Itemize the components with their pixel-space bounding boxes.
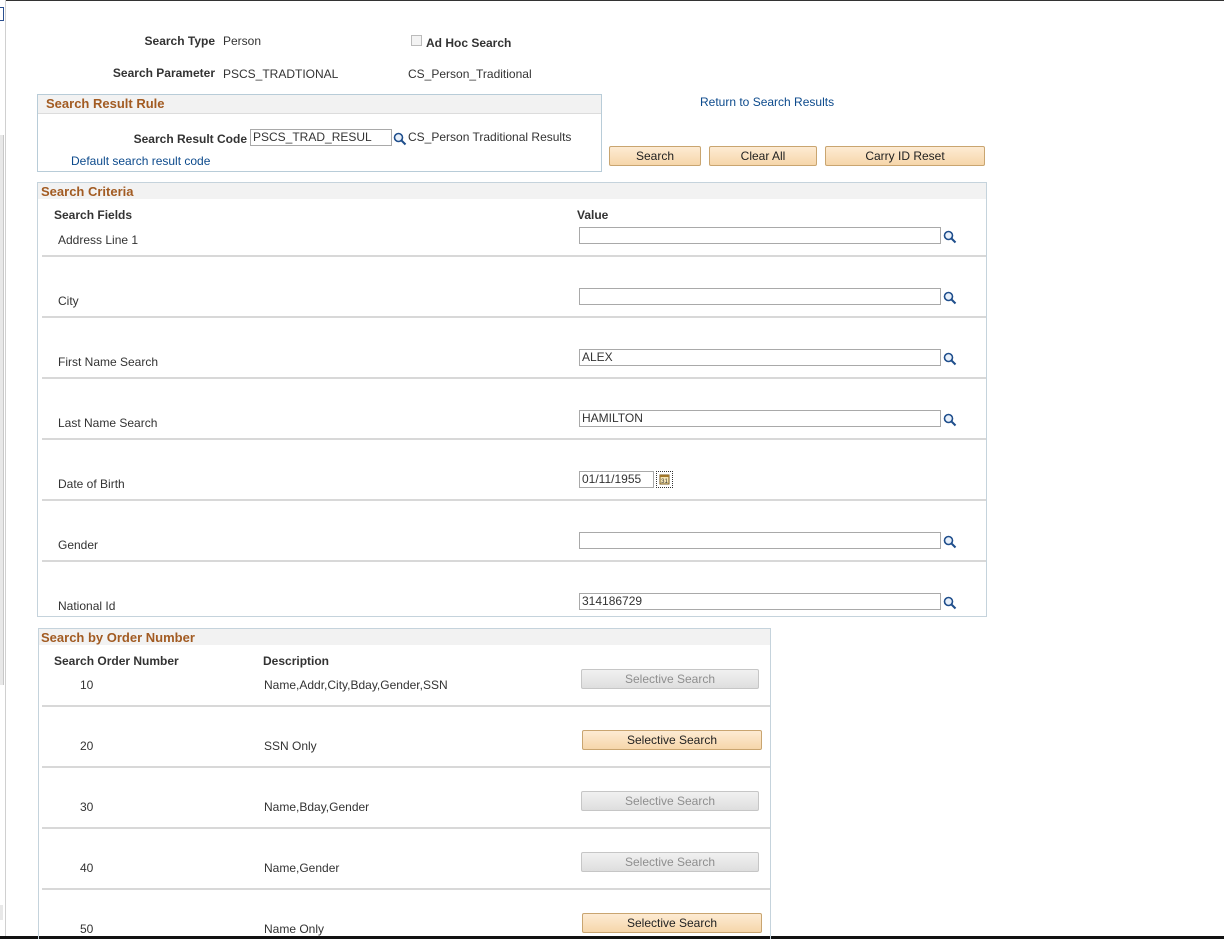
search-result-code-input[interactable]: PSCS_TRAD_RESUL xyxy=(250,129,392,146)
svg-text:31: 31 xyxy=(661,479,668,485)
search-criteria-title: Search Criteria xyxy=(41,184,134,199)
search-result-code-desc: CS_Person Traditional Results xyxy=(408,130,572,144)
search-parameter-desc: CS_Person_Traditional xyxy=(408,67,532,81)
criteria-label-date-of-birth: Date of Birth xyxy=(58,477,125,491)
criteria-label-city: City xyxy=(58,294,79,308)
row-divider xyxy=(42,438,986,440)
description-column-header: Description xyxy=(263,654,330,668)
carry-id-reset-button[interactable]: Carry ID Reset xyxy=(825,146,985,166)
row-divider xyxy=(42,255,986,257)
row-divider xyxy=(42,560,986,562)
row-divider xyxy=(42,377,986,379)
magnifier-icon[interactable] xyxy=(943,230,957,244)
gender-input[interactable] xyxy=(579,532,941,549)
selective-search-button: Selective Search xyxy=(581,669,759,689)
search-fields-column-header: Search Fields xyxy=(54,208,133,222)
last-name-input[interactable]: HAMILTON xyxy=(579,410,941,427)
search-order-number-column-header: Search Order Number xyxy=(54,654,179,668)
city-input[interactable] xyxy=(579,288,941,305)
default-search-result-code-link[interactable]: Default search result code xyxy=(71,154,210,168)
search-by-order-title: Search by Order Number xyxy=(41,630,195,645)
search-result-rule-title: Search Result Rule xyxy=(46,96,165,111)
order-number: 50 xyxy=(80,922,94,936)
return-to-search-results-link[interactable]: Return to Search Results xyxy=(700,95,834,109)
selective-search-button[interactable]: Selective Search xyxy=(582,730,762,750)
magnifier-icon[interactable] xyxy=(943,291,957,305)
criteria-label-last-name: Last Name Search xyxy=(58,416,158,430)
order-number: 30 xyxy=(80,800,94,814)
order-description: Name,Bday,Gender xyxy=(264,800,370,814)
criteria-label-address-line-1: Address Line 1 xyxy=(58,233,139,247)
order-description: Name Only xyxy=(264,922,325,936)
magnifier-icon[interactable] xyxy=(943,352,957,366)
national-id-input[interactable]: 314186729 xyxy=(579,593,941,610)
order-number: 10 xyxy=(80,678,94,692)
adhoc-search-label: Ad Hoc Search xyxy=(426,36,512,50)
selective-search-button: Selective Search xyxy=(581,791,759,811)
clear-all-button[interactable]: Clear All xyxy=(709,146,817,166)
adhoc-search-checkbox[interactable] xyxy=(411,35,422,46)
left-scrollbar[interactable] xyxy=(0,135,4,685)
order-description: Name,Gender xyxy=(264,861,340,875)
search-type-label: Search Type xyxy=(144,34,215,48)
row-divider xyxy=(42,316,986,318)
order-number: 20 xyxy=(80,739,94,753)
search-parameter-value: PSCS_TRADTIONAL xyxy=(223,67,339,81)
order-number: 40 xyxy=(80,861,94,875)
search-result-code-label: Search Result Code xyxy=(133,132,247,146)
search-button[interactable]: Search xyxy=(609,146,701,166)
magnifier-icon[interactable] xyxy=(943,413,957,427)
date-of-birth-input[interactable]: 01/11/1955 xyxy=(579,471,654,488)
search-criteria-box xyxy=(37,182,987,617)
value-column-header: Value xyxy=(577,208,609,222)
magnifier-icon[interactable] xyxy=(393,132,407,146)
selective-search-button: Selective Search xyxy=(581,852,759,872)
address-line-1-input[interactable] xyxy=(579,227,941,244)
order-description: SSN Only xyxy=(264,739,317,753)
order-description: Name,Addr,City,Bday,Gender,SSN xyxy=(264,678,448,692)
criteria-label-gender: Gender xyxy=(58,538,99,552)
row-divider xyxy=(42,766,770,768)
row-divider xyxy=(42,499,986,501)
magnifier-icon[interactable] xyxy=(943,535,957,549)
criteria-label-first-name: First Name Search xyxy=(58,355,159,369)
selective-search-button[interactable]: Selective Search xyxy=(582,913,762,933)
row-divider xyxy=(42,827,770,829)
row-divider xyxy=(42,705,770,707)
left-scrollbar-lower[interactable] xyxy=(0,905,3,920)
search-parameter-label: Search Parameter xyxy=(112,66,215,80)
magnifier-icon[interactable] xyxy=(943,596,957,610)
top-border xyxy=(0,0,1224,1)
first-name-input[interactable]: ALEX xyxy=(579,349,941,366)
calendar-icon[interactable]: 31 xyxy=(656,471,673,488)
criteria-label-national-id: National Id xyxy=(58,599,116,613)
search-type-value: Person xyxy=(223,34,262,48)
left-frame-tab[interactable] xyxy=(0,7,4,21)
search-criteria-header xyxy=(38,183,986,199)
row-divider xyxy=(42,888,770,890)
